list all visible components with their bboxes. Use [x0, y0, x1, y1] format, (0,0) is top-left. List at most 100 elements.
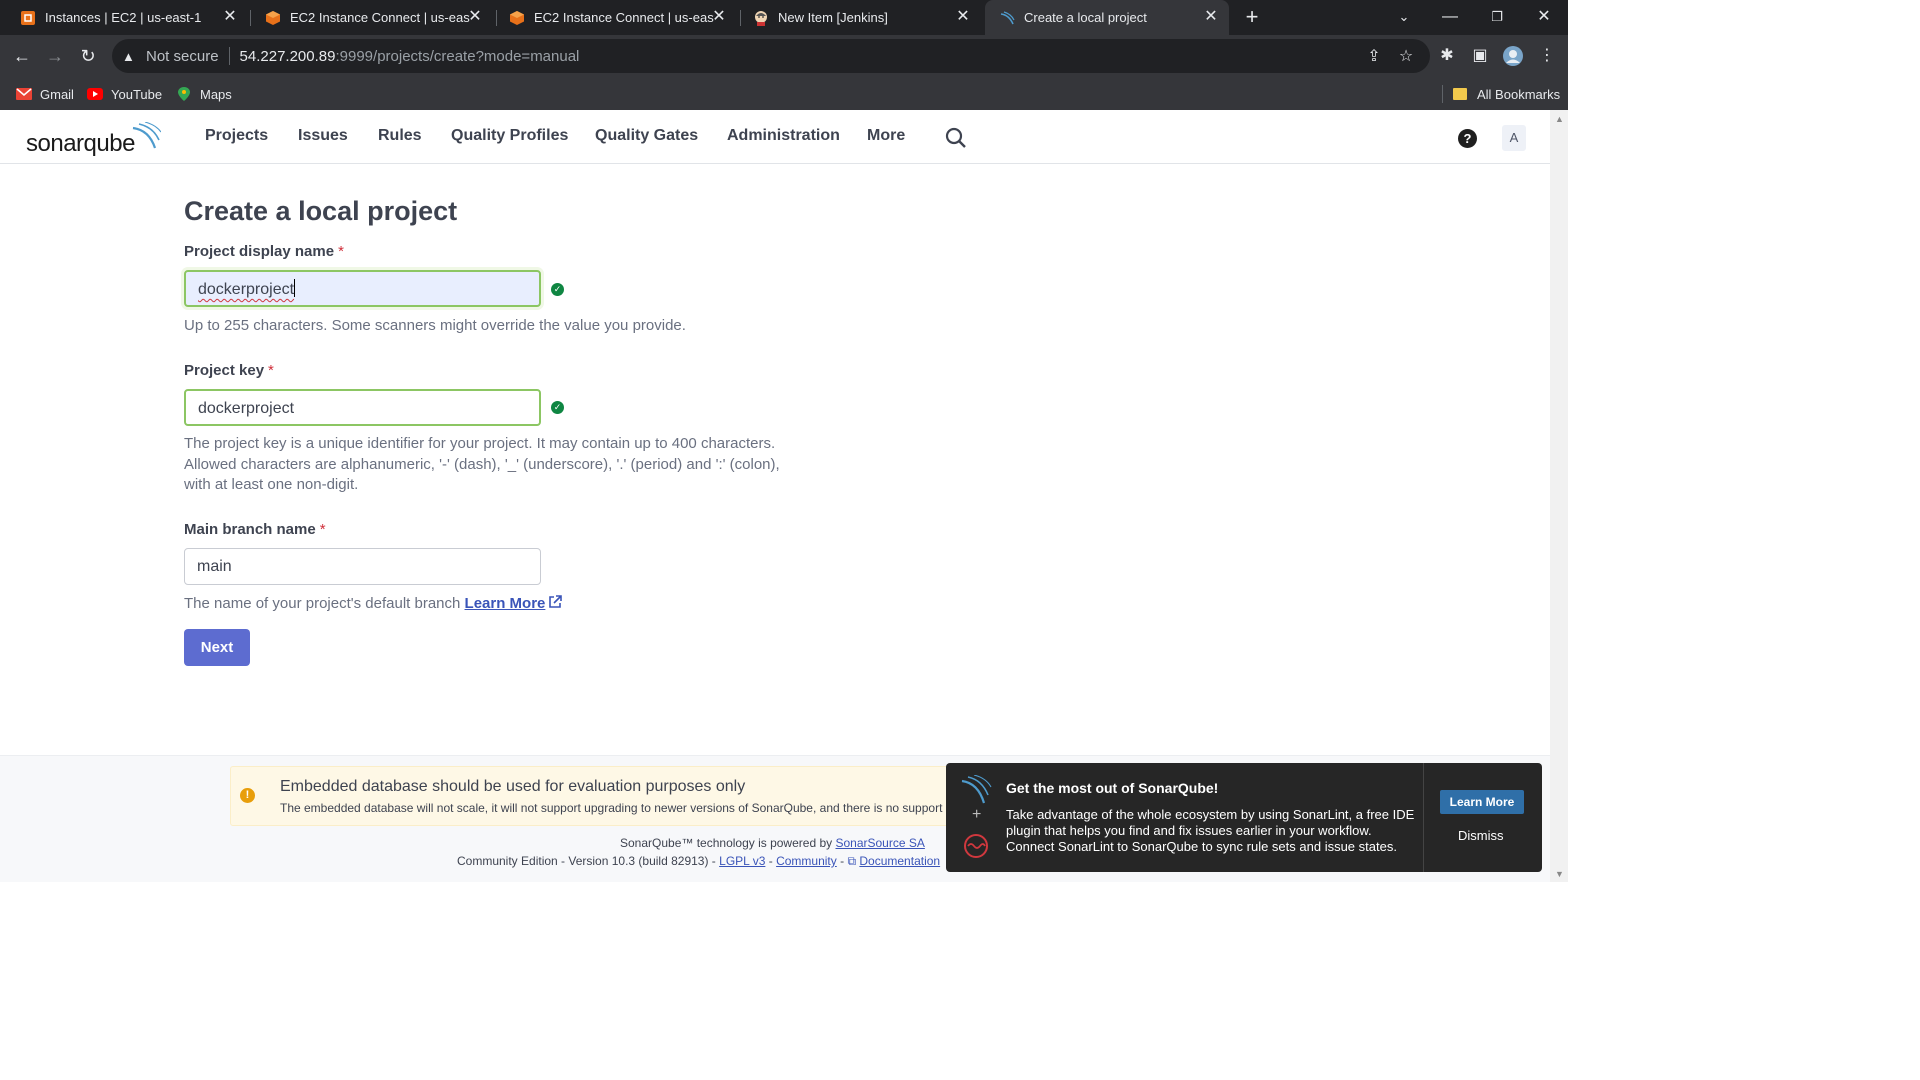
documentation-link[interactable]: Documentation — [859, 854, 940, 868]
nav-rules[interactable]: Rules — [378, 127, 422, 145]
project-key-help: The project key is a unique identifier f… — [184, 435, 780, 493]
promo-body: Take advantage of the whole ecosystem by… — [1006, 807, 1415, 854]
browser-tab-active[interactable]: Create a local project ✕ — [985, 0, 1229, 35]
sonarqube-waves-icon — [961, 775, 992, 804]
bookmark-maps[interactable]: Maps — [176, 84, 232, 104]
page-scrollbar[interactable]: ▲ ▼ — [1550, 110, 1568, 882]
tab-title: New Item [Jenkins] — [778, 10, 888, 25]
restore-icon[interactable]: ❐ — [1473, 0, 1521, 33]
help-icon[interactable]: ? — [1458, 129, 1477, 148]
new-tab-icon[interactable]: + — [1240, 5, 1264, 29]
bookmark-divider — [1442, 85, 1443, 103]
minimize-icon[interactable]: — — [1426, 0, 1474, 33]
close-tab-icon[interactable]: ✕ — [467, 8, 483, 26]
valid-check-icon: ✓ — [551, 401, 564, 414]
version-info: Community Edition - Version 10.3 (build … — [457, 854, 940, 869]
main-branch-value: main — [197, 558, 232, 575]
valid-check-icon: ✓ — [551, 283, 564, 296]
sonarlint-promo-popup: + Get the most out of SonarQube! Take ad… — [946, 763, 1542, 872]
nav-issues[interactable]: Issues — [298, 127, 348, 145]
scroll-down-icon[interactable]: ▼ — [1555, 869, 1564, 879]
sonarqube-icon — [999, 10, 1015, 26]
security-label: Not secure — [146, 47, 219, 65]
sonarsource-link[interactable]: SonarSource SA — [835, 836, 924, 850]
project-display-name-input[interactable]: dockerproject — [184, 270, 541, 307]
all-bookmarks-folder[interactable]: All Bookmarks — [1453, 84, 1560, 104]
sonarqube-logo[interactable]: sonar qube — [26, 122, 161, 158]
folder-icon — [1453, 87, 1469, 101]
display-name-help: Up to 255 characters. Some scanners migh… — [184, 317, 686, 334]
tab-search-icon[interactable]: ⌄ — [1380, 0, 1428, 33]
browser-tab[interactable]: Instances | EC2 | us-east-1 ✕ — [0, 0, 248, 35]
embedded-database-warning: ! Embedded database should be used for e… — [230, 766, 960, 826]
display-name-label-text: Project display name — [184, 243, 335, 260]
browser-tab[interactable]: EC2 Instance Connect | us-east-1 ✕ — [245, 0, 493, 35]
main-branch-input[interactable]: main — [184, 548, 541, 585]
project-key-label-text: Project key — [184, 362, 265, 379]
close-tab-icon[interactable]: ✕ — [222, 8, 238, 26]
warning-triangle-icon: ▲ — [122, 48, 135, 64]
warning-title: Embedded database should be used for eva… — [280, 778, 746, 795]
address-bar[interactable]: ▲ Not secure 54.227.200.89:9999/projects… — [112, 39, 1430, 73]
close-tab-icon[interactable]: ✕ — [955, 8, 971, 26]
close-tab-icon[interactable]: ✕ — [711, 8, 727, 26]
url-text: 54.227.200.89:9999/projects/create?mode=… — [240, 48, 580, 65]
profile-avatar-icon[interactable] — [1503, 46, 1523, 66]
nav-quality-gates[interactable]: Quality Gates — [595, 127, 698, 145]
bookmark-star-icon[interactable]: ☆ — [1396, 47, 1416, 67]
promo-learn-more-button[interactable]: Learn More — [1440, 790, 1524, 814]
browser-menu-icon[interactable]: ⋮ — [1537, 46, 1557, 66]
page-title: Create a local project — [184, 196, 458, 226]
user-avatar[interactable]: A — [1502, 125, 1526, 151]
scroll-up-icon[interactable]: ▲ — [1555, 114, 1564, 124]
bookmark-gmail[interactable]: Gmail — [16, 84, 74, 104]
edition-text: Community Edition - Version 10.3 (build … — [457, 854, 716, 868]
sonarlint-icon — [964, 834, 988, 858]
search-icon[interactable] — [945, 127, 967, 149]
footer-separator: - — [768, 854, 773, 868]
maps-icon — [176, 87, 192, 101]
aws-cube-icon — [265, 10, 281, 26]
next-button[interactable]: Next — [184, 629, 250, 666]
close-window-icon[interactable]: ✕ — [1520, 0, 1568, 33]
extensions-icon[interactable]: ✱ — [1437, 46, 1457, 66]
nav-administration[interactable]: Administration — [727, 127, 840, 145]
bookmark-label: YouTube — [111, 86, 163, 102]
text-cursor — [294, 279, 296, 297]
promo-divider — [1423, 763, 1424, 872]
close-tab-icon[interactable]: ✕ — [1203, 8, 1219, 26]
project-key-value: dockerproject — [198, 400, 295, 417]
side-panel-icon[interactable]: ▣ — [1470, 46, 1490, 66]
nav-quality-profiles[interactable]: Quality Profiles — [451, 127, 568, 145]
required-mark: * — [338, 243, 344, 260]
browser-tab[interactable]: New Item [Jenkins] ✕ — [733, 0, 981, 35]
tab-title: EC2 Instance Connect | us-east-1 — [534, 10, 714, 25]
main-branch-help: The name of your project's default branc… — [184, 594, 563, 615]
bookmarks-bar: Gmail YouTube Maps All Bookmarks — [0, 77, 1568, 110]
reload-icon[interactable]: ↻ — [76, 44, 100, 68]
warning-text: The embedded database will not scale, it… — [280, 801, 943, 815]
nav-projects[interactable]: Projects — [205, 127, 268, 145]
promo-dismiss-button[interactable]: Dismiss — [1458, 828, 1504, 843]
external-link-icon[interactable] — [548, 595, 563, 609]
url-path: :9999/projects/create?mode=manual — [335, 47, 580, 65]
project-key-input[interactable]: dockerproject — [184, 389, 541, 426]
sonarqube-waves-icon — [132, 122, 161, 149]
bookmark-youtube[interactable]: YouTube — [87, 84, 162, 104]
display-name-label: Project display name * — [184, 243, 344, 260]
main-branch-label-text: Main branch name — [184, 521, 316, 538]
forward-icon[interactable]: → — [43, 44, 67, 68]
lgpl-link[interactable]: LGPL v3 — [719, 854, 765, 868]
community-link[interactable]: Community — [776, 854, 837, 868]
back-icon[interactable]: ← — [10, 44, 34, 68]
tab-title: Instances | EC2 | us-east-1 — [45, 10, 202, 25]
logo-text-qube: qube — [83, 130, 136, 157]
nav-more[interactable]: More — [867, 127, 905, 145]
browser-tab[interactable]: EC2 Instance Connect | us-east-1 ✕ — [489, 0, 737, 35]
share-icon[interactable]: ⇪ — [1364, 47, 1384, 67]
required-mark: * — [268, 362, 274, 379]
learn-more-link[interactable]: Learn More — [465, 595, 546, 612]
main-branch-label: Main branch name * — [184, 521, 326, 538]
jenkins-icon — [753, 10, 769, 26]
all-bookmarks-label: All Bookmarks — [1477, 86, 1561, 102]
